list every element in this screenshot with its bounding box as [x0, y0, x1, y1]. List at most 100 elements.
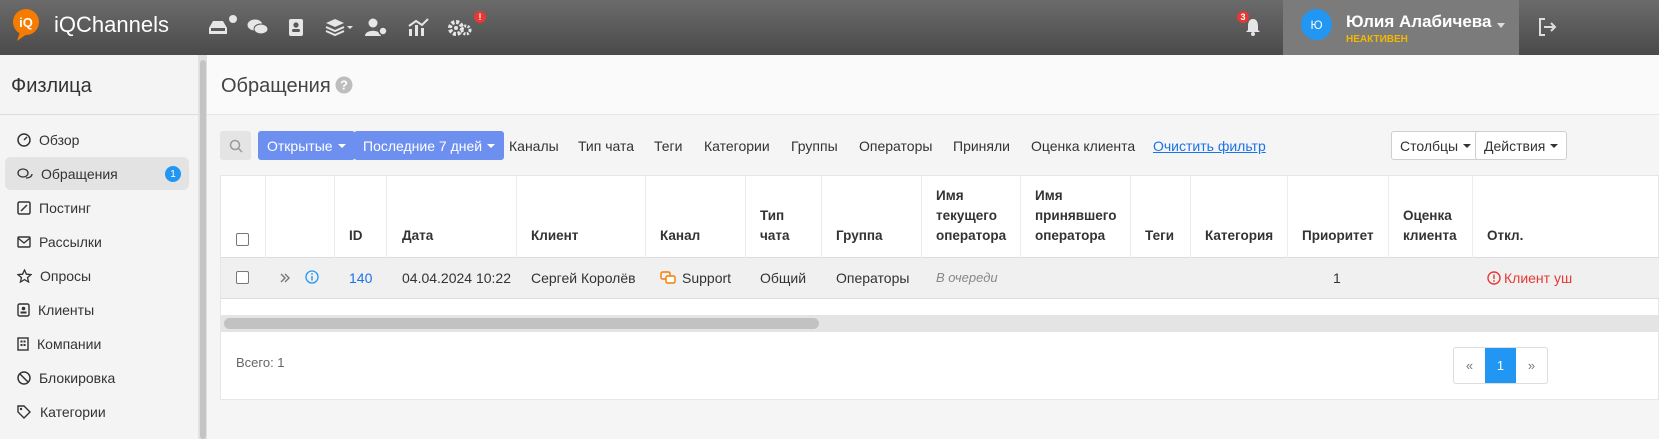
status-filter-label: Открытые — [267, 137, 333, 154]
table-header: ID Дата Клиент Канал Тип чата Группа Имя… — [221, 176, 1659, 258]
settings-nav[interactable] — [447, 14, 473, 40]
caret-down-icon — [1463, 143, 1472, 148]
header-rejected[interactable]: Откл. — [1487, 226, 1523, 246]
pagination: « 1 » — [1453, 347, 1548, 384]
layers-nav[interactable] — [324, 14, 354, 40]
cell-chat-type: Общий — [760, 270, 807, 286]
columns-label: Столбцы — [1400, 137, 1459, 154]
filter-channels[interactable]: Каналы — [509, 138, 559, 154]
analytics-nav[interactable] — [406, 14, 430, 40]
svg-text:iQ: iQ — [19, 15, 33, 30]
header-client-rating[interactable]: Оценка клиента — [1403, 206, 1465, 246]
logout-icon — [1539, 18, 1557, 36]
actions-label: Действия — [1484, 137, 1546, 154]
building-icon — [17, 336, 29, 351]
filter-client-rating[interactable]: Оценка клиента — [1031, 138, 1135, 154]
horizontal-scrollbar-thumb[interactable] — [224, 318, 819, 329]
period-filter-dropdown[interactable]: Последние 7 дней — [354, 131, 505, 160]
operators-nav[interactable] — [364, 14, 388, 40]
page-1-button[interactable]: 1 — [1485, 348, 1516, 383]
cell-date: 04.04.2024 10:22 — [402, 270, 511, 286]
header-current-operator[interactable]: Имя текущего оператора — [936, 186, 1018, 246]
header-chat-type[interactable]: Тип чата — [760, 206, 804, 246]
next-page-button[interactable]: » — [1516, 348, 1547, 383]
sidebar-item-overview[interactable]: Обзор — [5, 123, 189, 156]
main-content: Обращения ? Открытые Последние 7 дней Ка… — [207, 55, 1659, 439]
prev-page-button[interactable]: « — [1454, 348, 1485, 383]
contacts-nav[interactable] — [286, 14, 306, 40]
header-group[interactable]: Группа — [836, 226, 883, 246]
avatar: Ю — [1301, 9, 1332, 40]
cell-channel: Support — [682, 270, 732, 286]
sidebar-item-companies[interactable]: Компании — [5, 327, 189, 360]
filter-chat-type[interactable]: Тип чата — [578, 138, 634, 154]
row-checkbox[interactable] — [236, 271, 249, 284]
cell-priority: 1 — [1333, 270, 1341, 286]
request-id-link[interactable]: 140 — [349, 270, 372, 286]
requests-table-card: ID Дата Клиент Канал Тип чата Группа Имя… — [220, 175, 1659, 400]
sidebar-item-blocking[interactable]: Блокировка — [5, 361, 189, 394]
cell-current-operator: В очереди — [936, 270, 998, 285]
actions-dropdown[interactable]: Действия — [1475, 131, 1568, 160]
table-row[interactable]: 140 04.04.2024 10:22 Сергей Королёв Supp… — [221, 258, 1659, 299]
analytics-icon — [408, 18, 429, 36]
header-priority[interactable]: Приоритет — [1302, 226, 1374, 246]
tags-icon — [17, 404, 31, 419]
filter-groups[interactable]: Группы — [791, 138, 838, 154]
expand-row-button[interactable] — [279, 271, 291, 287]
filter-categories[interactable]: Категории — [704, 138, 770, 154]
select-all-checkbox[interactable] — [236, 233, 249, 246]
sidebar-title: Физлица — [11, 75, 92, 97]
chats-nav[interactable] — [246, 14, 270, 40]
sidebar-item-label: Постинг — [39, 199, 91, 216]
user-menu[interactable]: Ю Юлия Алабичева НЕАКТИВЕН — [1283, 0, 1519, 55]
sidebar-item-label: Обращения — [41, 165, 118, 182]
search-icon — [229, 139, 243, 153]
channel-icon — [660, 271, 676, 288]
brand-name: iQChannels — [54, 12, 169, 37]
header-date[interactable]: Дата — [402, 226, 433, 246]
sidebar-item-clients[interactable]: Клиенты — [5, 293, 189, 326]
sidebar-item-surveys[interactable]: Опросы — [5, 259, 189, 292]
user-status: НЕАКТИВЕН — [1346, 34, 1408, 45]
sidebar-item-label: Опросы — [40, 267, 92, 284]
sidebar: Физлица Обзор Обращения 1 Постинг Рассыл… — [0, 55, 199, 439]
svg-text:?: ? — [340, 78, 348, 93]
sidebar-item-requests[interactable]: Обращения 1 — [5, 157, 189, 190]
filter-accepted[interactable]: Приняли — [953, 138, 1010, 154]
sidebar-item-mailings[interactable]: Рассылки — [5, 225, 189, 258]
iqchannels-logo[interactable]: iQ — [11, 8, 41, 42]
page-title: Обращения — [221, 75, 331, 97]
help-button[interactable]: ? — [335, 76, 353, 97]
logout-button[interactable] — [1536, 16, 1558, 41]
alert-circle-icon — [1487, 271, 1501, 288]
status-filter-dropdown[interactable]: Открытые — [258, 131, 355, 160]
caret-down-icon — [487, 143, 496, 148]
sidebar-item-posting[interactable]: Постинг — [5, 191, 189, 224]
chat-icon — [17, 167, 33, 179]
inbox-nav[interactable] — [205, 14, 239, 40]
header-accepted-operator[interactable]: Имя принявшего оператора — [1035, 186, 1130, 246]
caret-down-icon — [1550, 143, 1559, 148]
sidebar-scrollbar-thumb[interactable] — [200, 60, 206, 439]
header-channel[interactable]: Канал — [660, 226, 700, 246]
header-id[interactable]: ID — [349, 226, 363, 246]
chat-bubbles-icon — [247, 19, 269, 35]
row-info-button[interactable] — [305, 270, 319, 287]
layers-icon — [325, 19, 353, 37]
filter-operators[interactable]: Операторы — [859, 138, 932, 154]
sidebar-item-label: Категории — [40, 403, 106, 420]
sidebar-item-categories[interactable]: Категории — [5, 395, 189, 428]
header-category[interactable]: Категория — [1205, 226, 1273, 246]
header-client[interactable]: Клиент — [531, 226, 578, 246]
search-button[interactable] — [220, 131, 251, 160]
contact-book-icon — [289, 18, 303, 36]
clear-filter-link[interactable]: Очистить фильтр — [1153, 138, 1266, 154]
period-filter-label: Последние 7 дней — [363, 137, 483, 154]
info-icon — [305, 270, 319, 284]
header-tags[interactable]: Теги — [1145, 226, 1174, 246]
columns-dropdown[interactable]: Столбцы — [1391, 131, 1481, 160]
notification-count-badge: 3 — [1237, 11, 1249, 23]
inbox-icon — [209, 15, 237, 34]
filter-tags[interactable]: Теги — [654, 138, 682, 154]
